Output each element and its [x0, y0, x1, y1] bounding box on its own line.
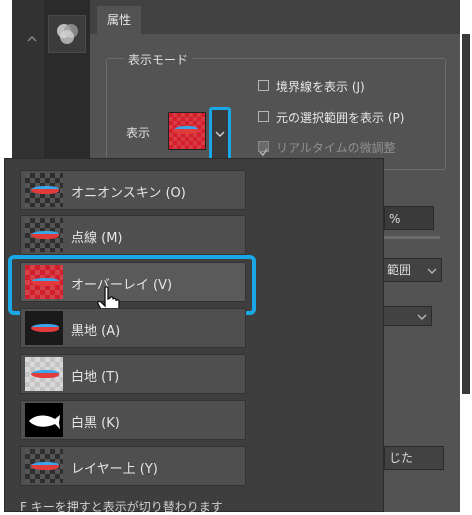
- menu-item-black-white[interactable]: 白黒 (K): [20, 400, 246, 440]
- realtime-label: リアルタイムの微調整: [276, 141, 396, 155]
- collapse-chevron-icon[interactable]: [26, 34, 38, 44]
- fish-thumbnail-icon: [174, 126, 198, 134]
- on-white-thumbnail: [25, 357, 63, 391]
- chevron-down-icon: [417, 314, 427, 320]
- black-white-thumbnail: [25, 403, 63, 437]
- panel-scrollbar[interactable]: [462, 34, 470, 394]
- on-layers-thumbnail: [25, 449, 63, 483]
- menu-item-on-black[interactable]: 黒地 (A): [20, 308, 246, 348]
- color-panel-button[interactable]: [48, 15, 86, 53]
- fish-silhouette-icon: [29, 415, 60, 429]
- menu-item-label: 点線 (M): [71, 231, 123, 246]
- tab-properties[interactable]: 属性: [97, 6, 141, 34]
- range-select-label: 範囲: [387, 263, 412, 277]
- menu-item-label: 白黒 (K): [71, 416, 120, 431]
- menu-item-label: レイヤー上 (Y): [71, 462, 158, 477]
- menu-hint-text: F キーを押すと表示が切り替わります: [20, 500, 223, 514]
- fish-icon: [31, 370, 59, 378]
- onion-skin-thumbnail: [25, 173, 63, 207]
- show-border-label: 境界線を表示 (J): [276, 80, 365, 94]
- panel-tab-bar: [90, 0, 460, 34]
- view-mode-preview: [168, 112, 206, 150]
- fish-icon: [31, 324, 59, 332]
- view-mode-dropdown-button[interactable]: [209, 107, 231, 161]
- realtime-checkbox[interactable]: [258, 141, 269, 157]
- show-original-checkbox[interactable]: [258, 111, 269, 122]
- percent-field[interactable]: %: [384, 206, 434, 230]
- show-original-label: 元の選択範囲を表示 (P): [276, 111, 405, 125]
- close-button[interactable]: じた: [384, 446, 444, 470]
- selected-item-highlight: [8, 255, 256, 315]
- menu-item-on-layers[interactable]: レイヤー上 (Y): [20, 446, 246, 486]
- output-select[interactable]: [382, 306, 432, 326]
- chevron-down-icon: [427, 268, 437, 274]
- on-black-thumbnail: [25, 311, 63, 345]
- fish-icon: [31, 462, 59, 470]
- slider-track[interactable]: [384, 236, 440, 239]
- marching-ants-thumbnail: [25, 218, 63, 252]
- view-label: 表示: [126, 126, 151, 140]
- fish-icon: [31, 231, 59, 239]
- color-circles-icon: [57, 24, 78, 44]
- menu-item-label: 白地 (T): [71, 370, 120, 385]
- menu-item-on-white[interactable]: 白地 (T): [20, 354, 246, 394]
- chevron-down-icon: [215, 131, 225, 137]
- fish-icon: [31, 186, 59, 194]
- menu-item-marching-ants[interactable]: 点線 (M): [20, 215, 246, 255]
- view-mode-title: 表示モード: [124, 51, 193, 68]
- menu-item-onion-skin[interactable]: オニオンスキン (O): [20, 170, 246, 210]
- menu-item-label: 黒地 (A): [71, 324, 121, 339]
- show-border-checkbox[interactable]: [258, 80, 269, 91]
- check-icon: [259, 148, 268, 157]
- menu-item-label: オニオンスキン (O): [71, 186, 186, 201]
- range-select[interactable]: 範囲: [382, 258, 442, 282]
